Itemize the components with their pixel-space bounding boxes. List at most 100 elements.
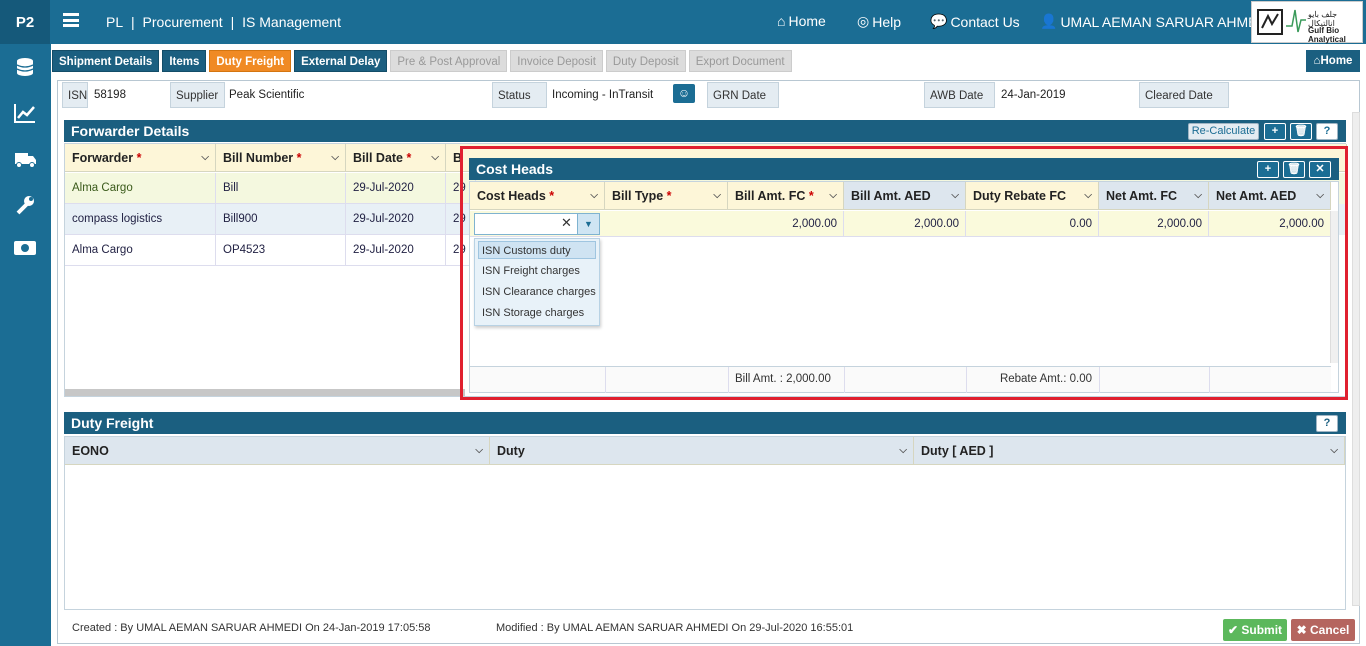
chevron-down-icon: ⌵	[1330, 445, 1338, 456]
truck-icon[interactable]	[13, 148, 37, 170]
nav-home-link[interactable]: ⌂ Home	[777, 13, 826, 29]
isn-value: 58198	[94, 89, 126, 101]
cell-bill: Bill900	[216, 204, 346, 235]
col-eono[interactable]: EONO ⌵	[65, 437, 490, 465]
cell-forwarder: Alma Cargo	[65, 173, 216, 204]
home-icon: ⌂	[1313, 55, 1321, 67]
help-icon[interactable]: ?	[1316, 123, 1338, 140]
cell-net-amt-aed: 2,000.00	[1209, 211, 1331, 237]
brand-logo[interactable]: P2	[0, 0, 50, 44]
breadcrumb-item[interactable]: PL	[106, 14, 123, 30]
tab-pre-post-approval: Pre & Post Approval	[390, 50, 508, 72]
cancel-button[interactable]: ✖ Cancel	[1291, 619, 1355, 641]
chevron-down-icon: ⌵	[951, 190, 959, 201]
table-row[interactable]: ✕ ▼ 2,000.00 2,000.00 0.00 2,000.00 2,00…	[470, 211, 1331, 237]
nav-contact-link[interactable]: 💬 Contact Us	[930, 13, 1020, 30]
close-icon: ✖	[1296, 623, 1307, 637]
tab-external-delay[interactable]: External Delay	[294, 50, 388, 72]
cost-head-combobox[interactable]: ✕ ▼	[474, 213, 600, 235]
trash-icon[interactable]: 🗑	[1283, 161, 1305, 178]
cost-head-dropdown: ISN Customs duty ISN Freight charges ISN…	[474, 238, 600, 326]
dropdown-option[interactable]: ISN Clearance charges	[478, 282, 596, 303]
breadcrumb-item[interactable]: Procurement	[143, 14, 223, 30]
footer-bill-amt: Bill Amt. : 2,000.00	[735, 373, 831, 385]
logo-wave-icon	[1286, 9, 1306, 33]
col-duty-aed[interactable]: Duty [ AED ] ⌵	[914, 437, 1345, 465]
cell-date: 29-Jul-2020	[346, 204, 446, 235]
col-duty[interactable]: Duty ⌵	[490, 437, 914, 465]
submit-button[interactable]: ✔ Submit	[1223, 619, 1287, 641]
col-duty-rebate-fc[interactable]: Duty Rebate FC ⌵	[966, 182, 1099, 210]
cell-bill-amt-aed: 2,000.00	[844, 211, 966, 237]
check-icon: ✔	[1227, 623, 1239, 637]
hamburger-menu-icon[interactable]	[63, 13, 79, 27]
chevron-down-icon: ⌵	[1316, 190, 1324, 201]
chevron-down-icon: ⌵	[1194, 190, 1202, 201]
dropdown-arrow-icon[interactable]: ▼	[577, 214, 599, 234]
cell-date: 29-Jul-2020	[346, 173, 446, 204]
sidebar	[0, 44, 51, 646]
nav-help-link[interactable]: ◎ Help	[857, 13, 901, 30]
cost-heads-footer: Bill Amt. : 2,000.00 Rebate Amt.: 0.00	[470, 366, 1331, 393]
horizontal-scrollbar[interactable]	[65, 389, 465, 396]
footer-rebate-amt: Rebate Amt.: 0.00	[999, 373, 1092, 385]
database-icon[interactable]	[13, 56, 37, 78]
tab-bar: Shipment Details Items Duty Freight Exte…	[52, 50, 792, 72]
chevron-down-icon: ⌵	[331, 152, 339, 163]
trash-icon[interactable]: 🗑	[1290, 123, 1312, 140]
duty-freight-grid: EONO ⌵ Duty ⌵ Duty [ AED ] ⌵	[64, 436, 1346, 610]
dropdown-option[interactable]: ISN Customs duty	[478, 241, 596, 259]
cleared-date-value	[1230, 82, 1235, 108]
close-icon[interactable]: ✕	[1309, 161, 1331, 178]
supplier-value: Peak Scientific	[229, 89, 305, 101]
cell-bill: Bill	[216, 173, 346, 204]
tab-export-document: Export Document	[688, 50, 792, 72]
panel-title: Forwarder Details	[71, 123, 190, 139]
tab-shipment-details[interactable]: Shipment Details	[52, 50, 160, 72]
tab-items[interactable]: Items	[162, 50, 207, 72]
dropdown-option[interactable]: ISN Freight charges	[478, 261, 596, 282]
cost-head-input[interactable]	[477, 216, 557, 232]
status-info-icon[interactable]: ☺	[673, 84, 695, 103]
breadcrumb-sep: |	[131, 14, 135, 30]
col-bill-amt-fc[interactable]: Bill Amt. FC * ⌵	[728, 182, 844, 210]
tab-invoice-deposit: Invoice Deposit	[510, 50, 603, 72]
col-net-amt-fc[interactable]: Net Amt. FC ⌵	[1099, 182, 1209, 210]
cell-bill: OP4523	[216, 235, 346, 266]
supplier-label: Supplier	[170, 82, 225, 108]
col-bill-date[interactable]: Bill Date * ⌵	[346, 144, 446, 172]
chevron-down-icon: ⌵	[431, 152, 439, 163]
col-bill-amt-aed[interactable]: Bill Amt. AED ⌵	[844, 182, 966, 210]
home-button[interactable]: ⌂Home	[1306, 50, 1360, 72]
dropdown-option[interactable]: ISN Storage charges	[478, 303, 596, 324]
home-icon: ⌂	[777, 13, 786, 29]
add-icon[interactable]: +	[1264, 123, 1286, 140]
breadcrumb-item[interactable]: IS Management	[242, 14, 341, 30]
add-icon[interactable]: +	[1257, 161, 1279, 178]
user-menu[interactable]: 👤 UMAL AEMAN SARUAR AHMEDI	[1040, 13, 1272, 30]
cell-duty-rebate-fc: 0.00	[966, 211, 1099, 237]
help-icon[interactable]: ?	[1316, 415, 1338, 432]
chevron-down-icon: ⌵	[829, 190, 837, 201]
chart-icon[interactable]	[13, 102, 37, 124]
wrench-icon[interactable]	[13, 194, 37, 216]
clear-icon[interactable]: ✕	[561, 215, 572, 231]
col-net-amt-aed[interactable]: Net Amt. AED ⌵	[1209, 182, 1331, 210]
company-logo: جلف بايو انالتيكال Gulf Bio Analytical	[1251, 1, 1363, 44]
duty-freight-header: Duty Freight ?	[64, 412, 1346, 434]
cost-heads-header: Cost Heads + 🗑 ✕	[469, 158, 1339, 180]
chevron-down-icon: ⌵	[1084, 190, 1092, 201]
isn-label: ISN	[62, 82, 88, 108]
col-bill-type[interactable]: Bill Type * ⌵	[605, 182, 728, 210]
col-bill-number[interactable]: Bill Number * ⌵	[216, 144, 346, 172]
recalculate-button[interactable]: Re-Calculate	[1188, 123, 1259, 140]
tab-duty-freight[interactable]: Duty Freight	[209, 50, 292, 72]
money-icon[interactable]	[13, 238, 37, 260]
forwarder-panel-header: Forwarder Details Re-Calculate + 🗑 ?	[64, 120, 1346, 142]
col-forwarder[interactable]: Forwarder * ⌵	[65, 144, 216, 172]
vertical-scrollbar[interactable]	[1330, 211, 1338, 363]
page-scrollbar[interactable]	[1352, 112, 1360, 606]
col-cost-heads[interactable]: Cost Heads * ⌵	[470, 182, 605, 210]
cleared-date-label: Cleared Date	[1139, 82, 1229, 108]
grn-date-label: GRN Date	[707, 82, 779, 108]
